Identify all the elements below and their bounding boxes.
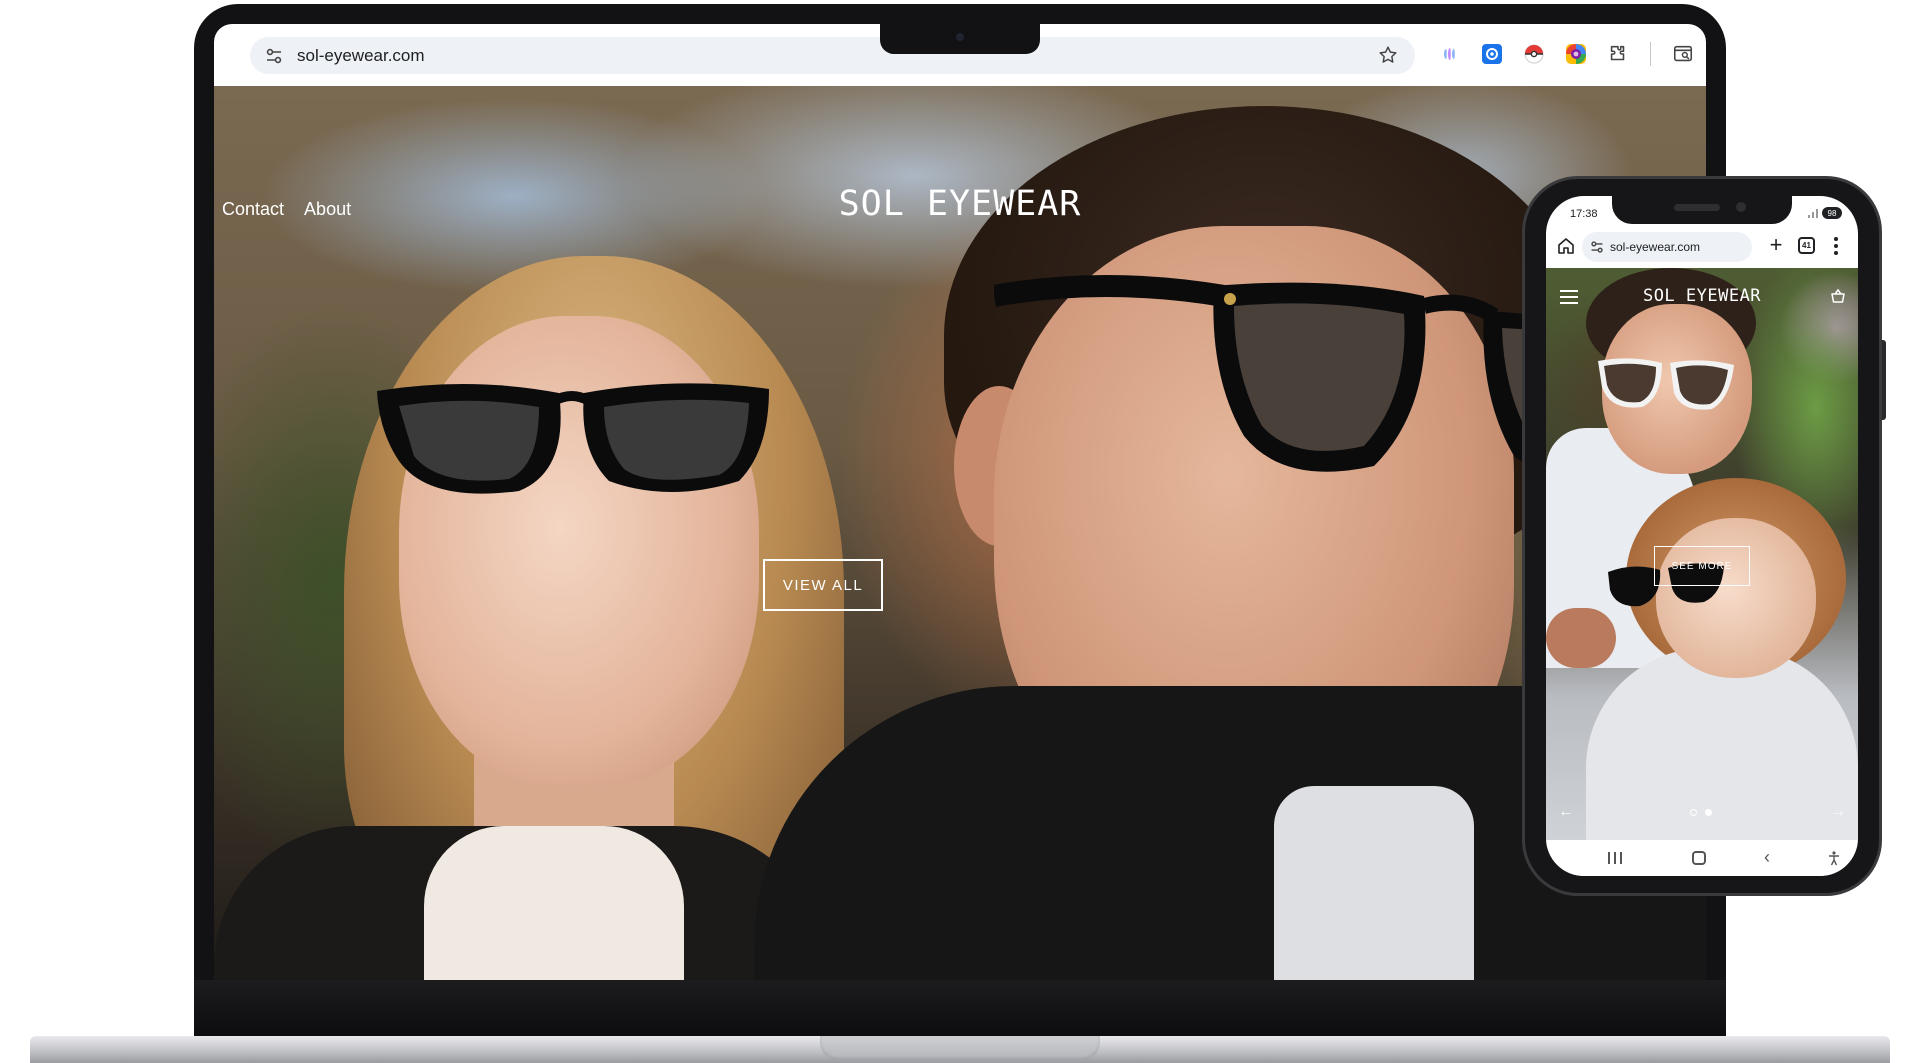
mobile-browser-toolbar: sol-eyewear.com + 41 (1546, 228, 1858, 266)
home-icon[interactable] (1692, 851, 1706, 865)
laptop-screen: sol-eyewear.com Contact About SOL EYEWEA… (214, 24, 1706, 981)
kebab-menu-icon[interactable] (1826, 234, 1846, 258)
gemini-icon[interactable] (1436, 40, 1464, 68)
tune-icon[interactable] (263, 45, 285, 67)
arrow-right-icon[interactable]: → (1830, 804, 1846, 820)
side-panel-search-icon[interactable] (1669, 40, 1697, 68)
mobile-photo-hand (1546, 608, 1616, 668)
laptop-base-notch (820, 1036, 1100, 1060)
settings-extension-icon[interactable] (1478, 40, 1506, 68)
home-icon[interactable] (1556, 236, 1576, 256)
laptop-chin (194, 980, 1726, 1036)
mobile-hero-banner: SOL EYEWEAR SEE MORE ← → (1546, 268, 1858, 840)
desktop-hero-banner: Contact About SOL EYEWEAR VIEW ALL (214, 86, 1706, 981)
puzzle-extension-icon[interactable] (1604, 40, 1632, 68)
mobile-url-text[interactable]: sol-eyewear.com (1610, 240, 1700, 254)
phone-speaker (1674, 204, 1720, 211)
phone-side-button (1882, 340, 1886, 420)
accessibility-icon[interactable] (1826, 850, 1842, 866)
hero-photo-man-shirt (1274, 786, 1474, 981)
tabs-icon[interactable]: 41 (1798, 237, 1815, 254)
device-mockup-scene: sol-eyewear.com Contact About SOL EYEWEA… (0, 0, 1920, 1063)
back-icon[interactable]: ‹ (1764, 848, 1770, 866)
phone-front-camera (1736, 202, 1746, 212)
status-time: 17:38 (1570, 208, 1598, 220)
toolbar-divider (1650, 42, 1651, 66)
see-more-button[interactable]: SEE MORE (1654, 546, 1750, 586)
phone-notch (1612, 196, 1792, 224)
site-logo[interactable]: SOL EYEWEAR (214, 184, 1706, 224)
desktop-address-bar[interactable]: sol-eyewear.com (250, 37, 1415, 74)
carousel-dot[interactable] (1690, 809, 1697, 816)
phone-screen: 17:38 98 sol-eyewear.com + 41 SOL EYEWEA… (1546, 196, 1858, 876)
pokeball-extension-icon[interactable] (1520, 40, 1548, 68)
hero-photo-woman-collar (424, 826, 684, 981)
hero-photo-woman-sunglasses (377, 383, 769, 494)
mobile-address-bar[interactable]: sol-eyewear.com (1582, 232, 1752, 262)
recents-icon[interactable] (1608, 852, 1622, 864)
desktop-url-text[interactable]: sol-eyewear.com (297, 46, 425, 66)
plus-icon[interactable]: + (1764, 234, 1788, 258)
carousel-dots (1690, 809, 1712, 816)
laptop-camera (956, 33, 964, 41)
android-nav-bar: ‹ (1546, 842, 1858, 876)
view-all-button[interactable]: VIEW ALL (763, 559, 883, 611)
carousel-dot-active[interactable] (1705, 809, 1712, 816)
signal-icon (1808, 208, 1818, 218)
laptop-camera-notch (880, 24, 1040, 54)
colorful-extension-icon[interactable] (1562, 40, 1590, 68)
mobile-site-logo[interactable]: SOL EYEWEAR (1546, 286, 1858, 306)
star-icon[interactable] (1377, 44, 1399, 66)
tune-icon[interactable] (1590, 240, 1604, 254)
extensions-row (1436, 40, 1697, 68)
arrow-left-icon[interactable]: ← (1558, 804, 1574, 820)
mobile-photo-man-sunglasses (1598, 358, 1734, 410)
battery-badge: 98 (1822, 207, 1842, 219)
cart-basket-icon[interactable] (1830, 288, 1846, 304)
